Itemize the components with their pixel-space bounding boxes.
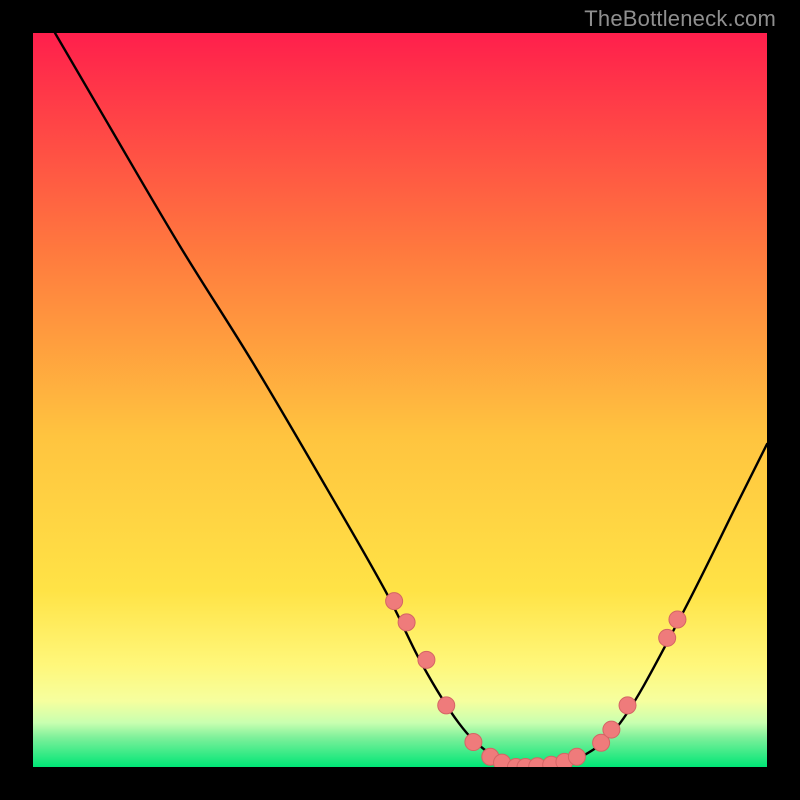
data-marker [398, 614, 415, 631]
watermark-text: TheBottleneck.com [584, 6, 776, 32]
data-marker [619, 697, 636, 714]
data-marker [568, 748, 585, 765]
data-marker [669, 611, 686, 628]
data-marker [438, 697, 455, 714]
gradient-bg [33, 33, 767, 767]
data-marker [603, 721, 620, 738]
data-marker [386, 593, 403, 610]
data-marker [659, 629, 676, 646]
data-marker [465, 734, 482, 751]
plot-area [33, 33, 767, 767]
data-marker [418, 651, 435, 668]
chart-stage: TheBottleneck.com [0, 0, 800, 800]
plot-svg [33, 33, 767, 767]
